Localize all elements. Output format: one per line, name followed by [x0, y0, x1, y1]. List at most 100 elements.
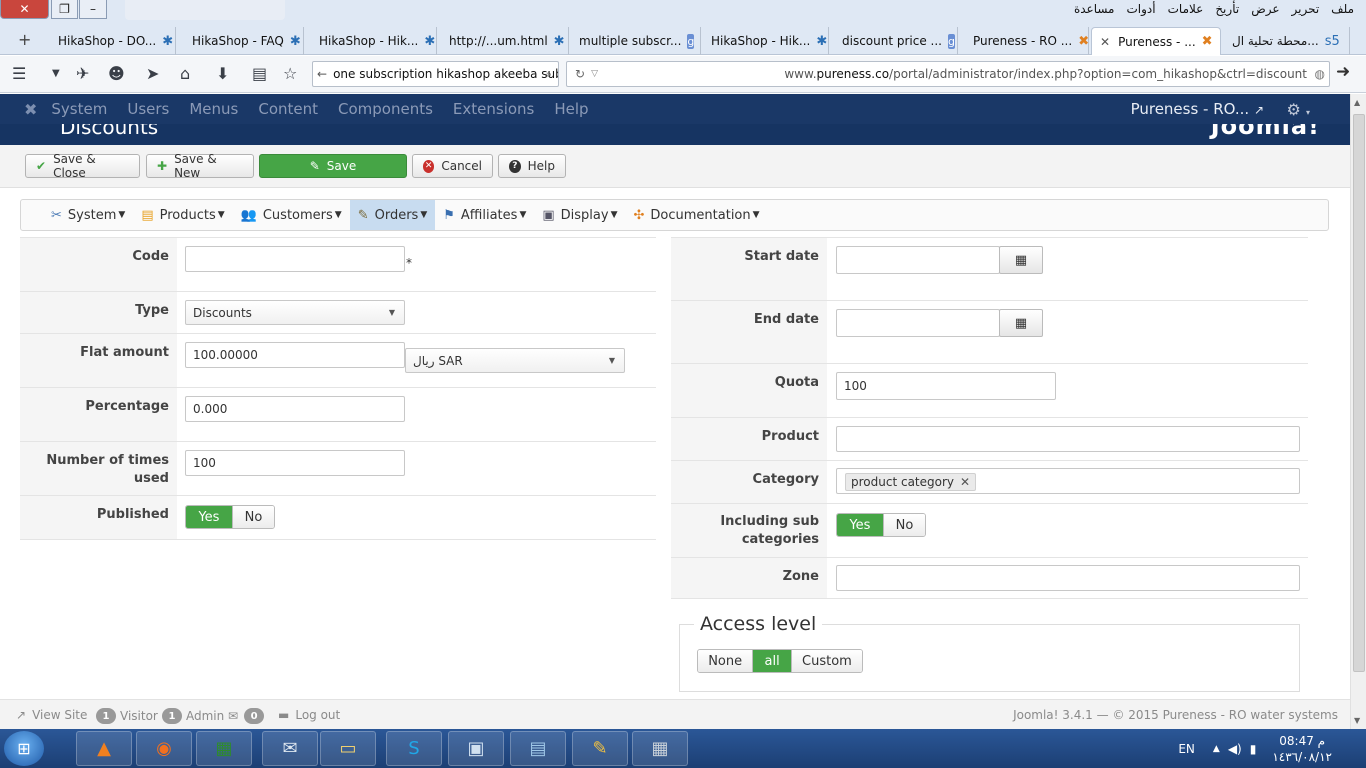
vlc-icon[interactable]: ▲ — [76, 731, 132, 766]
sub-categories-yes-button[interactable]: Yes — [837, 514, 884, 536]
mail-icon[interactable]: ✉ — [262, 731, 318, 766]
tray-expand-icon[interactable]: ▲ — [1213, 744, 1220, 754]
access-all-button[interactable]: all — [753, 650, 792, 672]
site-name-link[interactable]: Pureness - RO... ↗ — [1131, 100, 1264, 118]
remove-chip-icon[interactable]: ✕ — [960, 475, 970, 489]
menu-view[interactable]: عرض — [1245, 2, 1285, 16]
scroll-down-icon[interactable]: ▼ — [1354, 716, 1360, 725]
window-close-button[interactable]: ✕ — [0, 0, 49, 19]
type-select[interactable]: Discounts ▼ — [185, 300, 405, 325]
gear-icon[interactable]: ⚙ ▾ — [1287, 100, 1310, 119]
menu-help[interactable]: مساعدة — [1068, 2, 1121, 16]
published-no-button[interactable]: No — [232, 506, 274, 528]
save-button[interactable]: ✎ Save — [259, 154, 407, 178]
notepad-icon[interactable]: ▤ — [510, 731, 566, 766]
skype-icon[interactable]: S — [386, 731, 442, 766]
chat-icon[interactable]: ☻ — [108, 64, 125, 83]
browser-tab[interactable]: محطة تحلية ال... s5 — [1224, 27, 1350, 55]
save-new-button[interactable]: ✚ Save & New — [146, 152, 254, 180]
search-input[interactable]: ← one subscription hikashop akeeba subs … — [312, 61, 559, 87]
scroll-up-icon[interactable]: ▲ — [1354, 98, 1360, 107]
history-dropdown-icon[interactable]: ▽ — [591, 69, 598, 79]
menu-edit[interactable]: تحرير — [1286, 2, 1326, 16]
tab-close-icon[interactable]: ✕ — [1100, 35, 1110, 49]
new-tab-button[interactable]: + — [18, 30, 31, 49]
hika-menu-customers[interactable]: 👥 Customers ▼ — [233, 200, 350, 230]
browser-tab[interactable]: multiple subscr... g — [571, 27, 701, 55]
currency-select[interactable]: ريال SAR ▼ — [405, 348, 625, 373]
hika-menu-orders[interactable]: ✎ Orders ▼ — [349, 200, 436, 230]
times-used-input[interactable]: 100 — [185, 450, 405, 476]
zone-input[interactable] — [836, 565, 1300, 591]
control-panel-icon[interactable]: ▣ — [448, 731, 504, 766]
browser-tab[interactable]: HikaShop - Hik... ✱ — [703, 27, 829, 55]
start-button[interactable]: ⊞ — [4, 731, 44, 766]
reload-icon[interactable]: ↻ — [575, 67, 585, 81]
quota-input[interactable]: 100 — [836, 372, 1056, 400]
hika-menu-documentation[interactable]: ✣ Documentation ▼ — [626, 200, 768, 230]
home-icon[interactable]: ⌂ — [180, 64, 190, 83]
nav-extensions[interactable]: Extensions — [453, 100, 534, 118]
window-minimize-button[interactable]: – — [79, 0, 107, 19]
nav-content[interactable]: Content — [258, 100, 318, 118]
browser-tab[interactable]: HikaShop - DO... ✱ — [50, 27, 176, 55]
pen-icon[interactable]: ✎ — [572, 731, 628, 766]
calendar-icon[interactable]: ▦ — [999, 309, 1043, 337]
volume-icon[interactable]: ◀) — [1228, 742, 1242, 756]
firefox-icon[interactable]: ◉ — [136, 731, 192, 766]
save-close-button[interactable]: ✔ Save & Close — [25, 152, 140, 180]
browser-tab[interactable]: HikaShop - Hik... ✱ — [311, 27, 437, 55]
search-icon[interactable]: ⌕ — [545, 67, 552, 82]
excel-icon[interactable]: ▦ — [196, 731, 252, 766]
product-input[interactable] — [836, 426, 1300, 452]
browser-tab[interactable]: Pureness - RO ... ✖ — [965, 27, 1089, 55]
nav-system[interactable]: System — [51, 100, 107, 118]
view-site-link[interactable]: ↗ View Site — [16, 708, 87, 722]
calendar-icon[interactable]: ▦ — [999, 246, 1043, 274]
back-arrow-icon[interactable]: ← — [317, 67, 327, 81]
sub-categories-no-button[interactable]: No — [883, 514, 925, 536]
forward-arrow-icon[interactable]: ➜ — [1336, 62, 1350, 82]
menu-file[interactable]: ملف — [1325, 2, 1360, 16]
help-button[interactable]: ? Help — [498, 154, 566, 178]
nav-users[interactable]: Users — [127, 100, 169, 118]
browser-tab[interactable]: http://...um.html ✱ — [441, 27, 569, 55]
bookmark-star-icon[interactable]: ☆ — [283, 64, 297, 83]
browser-tab[interactable]: HikaShop - FAQ ✱ — [184, 27, 304, 55]
menu-tools[interactable]: أدوات — [1121, 2, 1162, 16]
calculator-icon[interactable]: ▦ — [632, 731, 688, 766]
scroll-thumb[interactable] — [1353, 114, 1365, 672]
clock[interactable]: 08:47 م ١٤٣٦/٠٨/١٢ — [1272, 733, 1332, 765]
code-input[interactable] — [185, 246, 405, 272]
hika-menu-display[interactable]: ▣ Display ▼ — [534, 200, 625, 230]
download-icon[interactable]: ⬇ — [216, 64, 229, 83]
start-date-input[interactable] — [836, 246, 1000, 274]
browser-tab-active[interactable]: ✕ Pureness - ... ✖ — [1091, 27, 1221, 55]
hika-menu-affiliates[interactable]: ⚑ Affiliates ▼ — [435, 200, 534, 230]
network-icon[interactable]: ▮ — [1250, 742, 1257, 756]
nav-help[interactable]: Help — [554, 100, 588, 118]
joomla-logo-icon[interactable]: ✖ — [24, 100, 37, 119]
menu-history[interactable]: تأريخ — [1209, 2, 1245, 16]
page-scrollbar[interactable]: ▲ ▼ — [1350, 94, 1366, 729]
send-icon[interactable]: ➤ — [146, 64, 159, 83]
flat-amount-input[interactable]: 100.00000 — [185, 342, 405, 368]
logout-link[interactable]: ▬ Log out — [278, 708, 340, 722]
menu-bookmarks[interactable]: علامات — [1162, 2, 1210, 16]
browser-tab[interactable]: discount price ... g — [834, 27, 958, 55]
end-date-input[interactable] — [836, 309, 1000, 337]
access-none-button[interactable]: None — [698, 650, 754, 672]
site-info-icon[interactable]: ◍ — [1315, 67, 1325, 81]
folder-icon[interactable]: ▭ — [320, 731, 376, 766]
access-custom-button[interactable]: Custom — [791, 650, 862, 672]
window-maximize-button[interactable]: ❐ — [51, 0, 78, 19]
url-bar[interactable]: ↻ ▽ www.pureness.co/portal/administrator… — [566, 61, 1330, 87]
clipboard-icon[interactable]: ▤ — [252, 64, 267, 83]
hika-menu-products[interactable]: ▤ Products ▼ — [133, 200, 232, 230]
dropdown-arrow-icon[interactable]: ▼ — [52, 68, 60, 79]
hamburger-menu-icon[interactable]: ☰ — [12, 64, 26, 83]
published-yes-button[interactable]: Yes — [186, 506, 233, 528]
messages-status[interactable]: ✉ 0 — [228, 708, 268, 724]
category-input[interactable]: product category ✕ — [836, 468, 1300, 494]
nav-menus[interactable]: Menus — [189, 100, 238, 118]
